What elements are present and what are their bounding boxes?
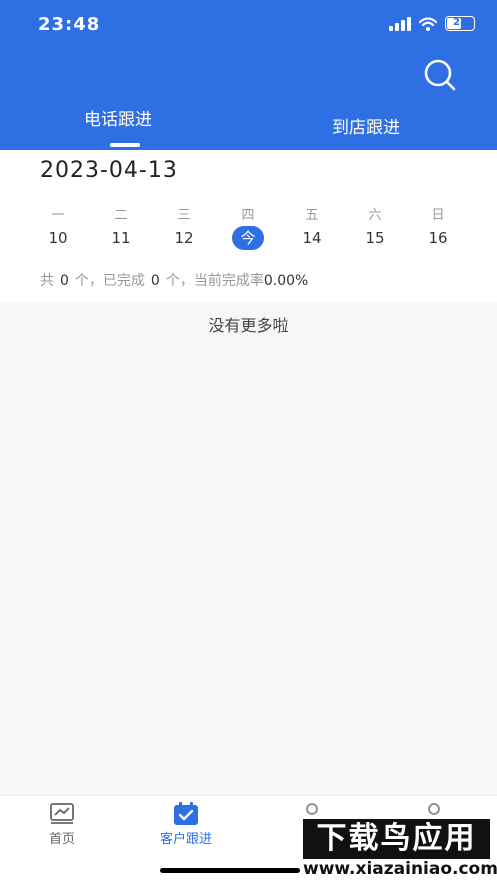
follow-up-tabs: 电话跟进 到店跟进 [0, 105, 497, 150]
day-number: 14 [302, 229, 322, 247]
battery-icon: 23 [445, 16, 475, 31]
day-tue[interactable]: 二 11 [89, 204, 153, 250]
wifi-icon [419, 16, 437, 31]
signal-icon [389, 16, 411, 31]
status-icons: 23 [389, 16, 475, 31]
summary-prefix: 共 [40, 273, 54, 289]
watermark-title: 下载鸟应用 [303, 819, 490, 859]
active-tab-indicator [110, 143, 140, 147]
summary-total: 0 [60, 273, 69, 289]
watermark-url: www.xiazainiao.com [303, 859, 497, 879]
status-bar: 23:48 23 [0, 0, 497, 48]
summary-mid: 个，已完成 [74, 273, 145, 289]
calendar-check-icon [174, 802, 198, 825]
day-number: 15 [365, 229, 385, 247]
day-thu-today[interactable]: 四 今 [216, 204, 280, 250]
battery-level: 23 [453, 17, 467, 28]
day-fri[interactable]: 五 14 [280, 204, 344, 250]
day-number: 12 [174, 229, 194, 247]
day-number: 11 [111, 229, 131, 247]
calendar-panel: 2023-04-13 一 10 二 11 三 12 四 今 五 14 六 15 … [0, 150, 497, 302]
today-badge: 今 [232, 226, 264, 250]
search-icon [424, 59, 456, 91]
tabbar-label-customer-follow-up: 客户跟进 [159, 832, 212, 847]
current-date[interactable]: 2023-04-13 [40, 158, 178, 183]
day-number: 10 [48, 229, 68, 247]
tabbar-item-home[interactable]: 首页 [2, 802, 122, 847]
site-watermark: 下载鸟应用 www.xiazainiao.com [298, 815, 497, 881]
header: 23:48 23 电话跟进 到店跟进 [0, 0, 497, 150]
weekday-label: 二 [114, 208, 128, 223]
weekday-label: 一 [51, 208, 65, 223]
home-indicator [160, 868, 300, 873]
day-wed[interactable]: 三 12 [152, 204, 216, 250]
day-mon[interactable]: 一 10 [26, 204, 90, 250]
day-sat[interactable]: 六 15 [343, 204, 407, 250]
weekday-label: 三 [177, 208, 191, 223]
summary-completed: 0 [150, 273, 160, 289]
tabbar-label-home: 首页 [48, 832, 75, 847]
day-sun[interactable]: 日 16 [406, 204, 470, 250]
day-number: 16 [428, 229, 448, 247]
completion-summary: 共 0 个，已完成 0 个，当前完成率0.00% [40, 270, 308, 290]
summary-suffix: 个，当前完成率 [165, 273, 264, 289]
chart-icon [50, 803, 74, 824]
status-time: 23:48 [38, 14, 101, 35]
empty-list-message: 没有更多啦 [208, 316, 289, 335]
weekday-label: 四 [241, 208, 255, 223]
weekday-label: 日 [431, 208, 445, 223]
weekday-label: 五 [305, 208, 319, 223]
weekday-label: 六 [368, 208, 382, 223]
search-button[interactable] [423, 58, 457, 92]
week-strip: 一 10 二 11 三 12 四 今 五 14 六 15 日 16 [26, 204, 471, 254]
summary-rate: 0.00% [263, 273, 309, 289]
tabbar-item-customer-follow-up[interactable]: 客户跟进 [126, 802, 246, 847]
